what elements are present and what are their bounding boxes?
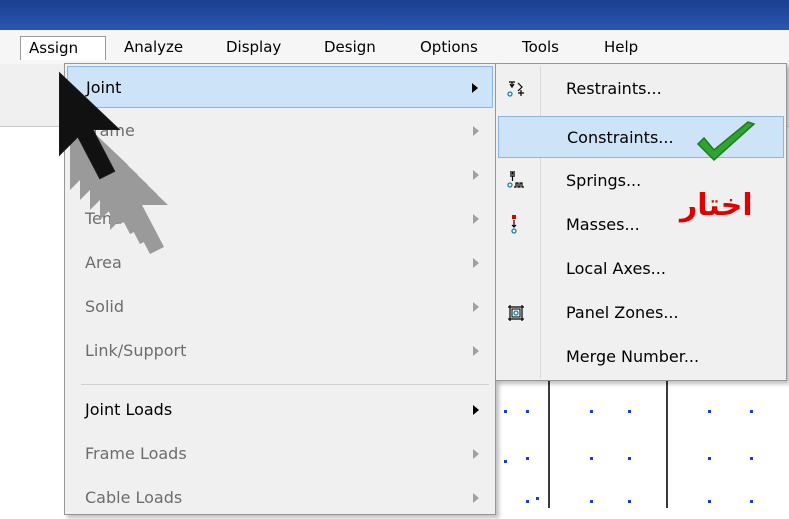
- grid-line: [548, 379, 550, 508]
- submenu-arrow-icon: [473, 258, 479, 268]
- submenu-arrow-icon: [473, 214, 479, 224]
- menu-item-solid[interactable]: Solid: [67, 286, 493, 328]
- submenu-arrow-icon: [473, 405, 479, 415]
- annotation-text: اختار: [680, 188, 753, 223]
- submenu-item-label: Springs...: [566, 171, 642, 190]
- menu-analyze[interactable]: Analyze: [116, 36, 191, 60]
- menu-item-frame-loads[interactable]: Frame Loads: [67, 433, 493, 475]
- submenu-item-label: Constraints...: [567, 128, 674, 147]
- submenu-arrow-icon: [473, 302, 479, 312]
- menu-assign[interactable]: Assign: [20, 36, 106, 60]
- menu-item-label: Link/Support: [85, 341, 187, 360]
- menu-item-joint-loads[interactable]: Joint Loads: [67, 389, 493, 431]
- grid-point: [590, 457, 593, 460]
- restraints-icon: [507, 81, 524, 97]
- submenu-item-panel-zones[interactable]: Panel Zones...: [498, 292, 784, 334]
- springs-icon: [507, 171, 524, 188]
- menu-display[interactable]: Display: [218, 36, 289, 60]
- menu-item-link-support[interactable]: Link/Support: [67, 330, 493, 372]
- grid-point: [536, 497, 539, 500]
- submenu-arrow-icon: [473, 449, 479, 459]
- grid-point: [750, 410, 753, 413]
- submenu-item-label: Local Axes...: [566, 259, 666, 278]
- submenu-item-label: Restraints...: [566, 79, 662, 98]
- menu-options[interactable]: Options: [412, 36, 486, 60]
- submenu-item-label: Merge Number...: [566, 347, 700, 366]
- menu-item-label: Frame Loads: [85, 444, 187, 463]
- submenu-arrow-icon: [472, 83, 478, 93]
- grid-point: [750, 500, 753, 503]
- grid-point: [628, 410, 631, 413]
- grid-point: [590, 500, 593, 503]
- menu-tools[interactable]: Tools: [514, 36, 567, 60]
- grid-point: [708, 457, 711, 460]
- mouse-cursor-icon: [59, 71, 168, 254]
- menu-design[interactable]: Design: [316, 36, 384, 60]
- menu-item-label: Solid: [85, 297, 124, 316]
- grid-line: [666, 379, 668, 508]
- grid-point: [628, 500, 631, 503]
- menu-separator: [81, 384, 489, 385]
- menu-help[interactable]: Help: [596, 36, 646, 60]
- submenu-item-local-axes[interactable]: Local Axes...: [498, 248, 784, 290]
- grid-point: [628, 457, 631, 460]
- submenu-arrow-icon: [473, 346, 479, 356]
- menu-bar: Assign Analyze Display Design Options To…: [0, 30, 789, 65]
- submenu-item-label: Panel Zones...: [566, 303, 679, 322]
- submenu-arrow-icon: [473, 170, 479, 180]
- menu-item-cable-loads[interactable]: Cable Loads: [67, 477, 493, 519]
- grid-point: [750, 457, 753, 460]
- checkmark-icon: [696, 121, 756, 162]
- grid-point: [590, 410, 593, 413]
- panel-zones-icon: [508, 305, 524, 321]
- grid-point: [526, 410, 529, 413]
- grid-point: [526, 500, 529, 503]
- submenu-item-restraints[interactable]: Restraints...: [498, 68, 784, 110]
- masses-icon: [511, 215, 517, 234]
- title-bar: [0, 0, 789, 30]
- grid-point: [708, 500, 711, 503]
- menu-item-label: Cable Loads: [85, 488, 183, 507]
- menu-item-label: Joint Loads: [85, 400, 173, 419]
- submenu-arrow-icon: [473, 126, 479, 136]
- grid-point: [526, 457, 529, 460]
- grid-point: [504, 460, 507, 463]
- submenu-arrow-icon: [473, 493, 479, 503]
- submenu-item-label: Masses...: [566, 215, 640, 234]
- grid-point: [504, 410, 507, 413]
- grid-point: [708, 410, 711, 413]
- submenu-item-merge-number[interactable]: Merge Number...: [498, 336, 784, 378]
